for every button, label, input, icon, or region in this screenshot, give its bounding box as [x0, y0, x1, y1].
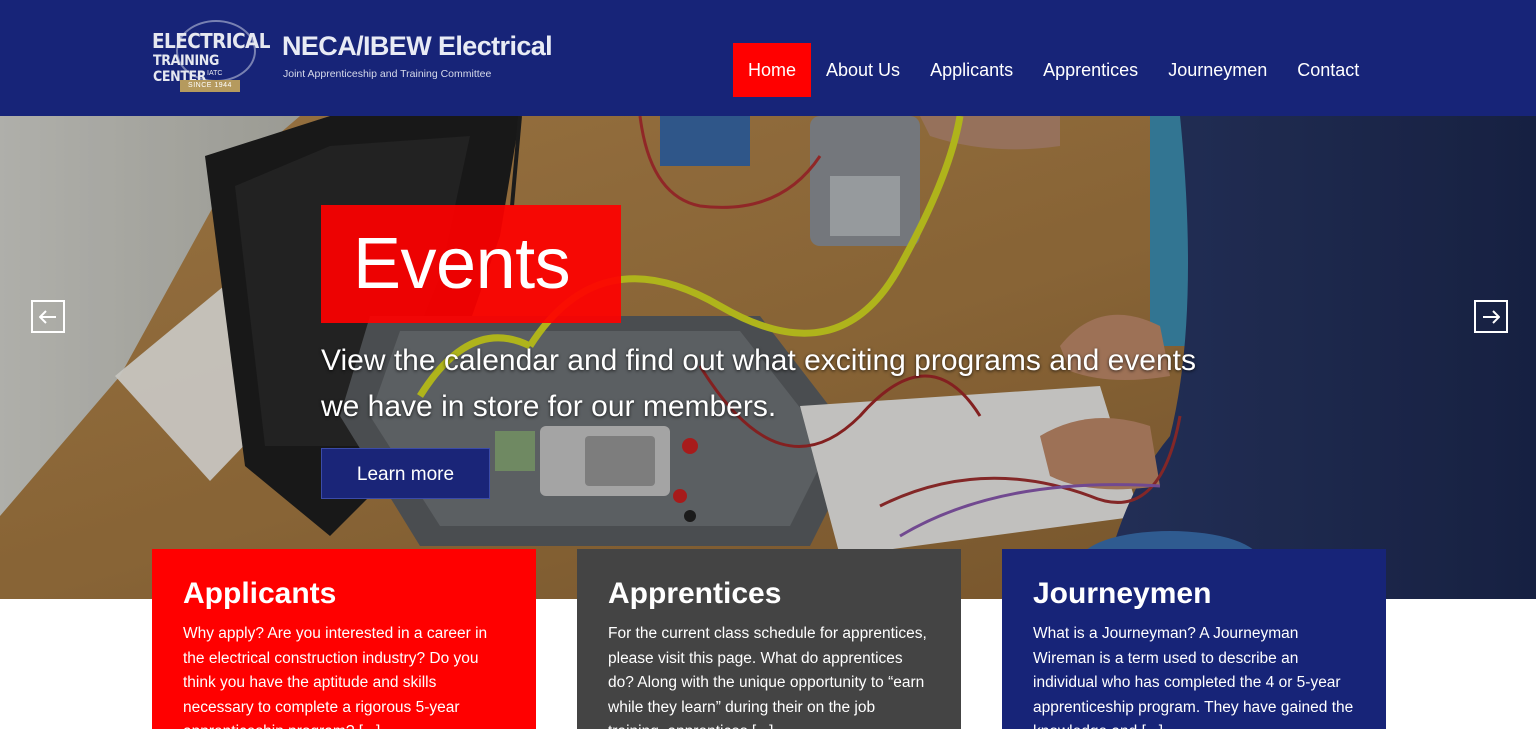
learn-more-button[interactable]: Learn more [321, 448, 490, 499]
electrical-training-center-logo: ELECTRICAL TRAINING CENTER IATC SINCE 19… [152, 18, 274, 96]
card-title[interactable]: Applicants [183, 577, 505, 611]
logo-subtitle: Joint Apprenticeship and Training Commit… [283, 68, 492, 80]
journeymen-card[interactable]: Journeymen What is a Journeyman? A Journ… [1002, 549, 1386, 729]
logo-mark-line1: ELECTRICAL [152, 29, 270, 53]
slider-next-button[interactable] [1474, 300, 1508, 333]
arrow-right-icon [1483, 309, 1500, 324]
nav-applicants[interactable]: Applicants [915, 43, 1028, 97]
logo-since-ribbon: SINCE 1944 [180, 80, 240, 92]
applicants-card[interactable]: Applicants Why apply? Are you interested… [152, 549, 536, 729]
main-nav: Home About Us Applicants Apprentices Jou… [733, 43, 1374, 97]
card-text: For the current class schedule for appre… [608, 625, 927, 729]
hero-slider: Events View the calendar and find out wh… [0, 116, 1536, 599]
nav-about-us[interactable]: About Us [811, 43, 915, 97]
slide-title-box: Events [321, 205, 621, 323]
logo-mark-badge: IATC [207, 70, 223, 77]
apprentices-card[interactable]: Apprentices For the current class schedu… [577, 549, 961, 729]
site-logo[interactable]: ELECTRICAL TRAINING CENTER IATC SINCE 19… [152, 18, 553, 98]
logo-title: NECA/IBEW Electrical [282, 31, 553, 61]
nav-home[interactable]: Home [733, 43, 812, 97]
site-header: ELECTRICAL TRAINING CENTER IATC SINCE 19… [0, 0, 1536, 116]
nav-journeymen[interactable]: Journeymen [1153, 43, 1282, 97]
card-title[interactable]: Journeymen [1033, 577, 1355, 611]
card-text: Why apply? Are you interested in a caree… [183, 625, 488, 729]
nav-apprentices[interactable]: Apprentices [1028, 43, 1153, 97]
card-title[interactable]: Apprentices [608, 577, 930, 611]
nav-contact[interactable]: Contact [1282, 43, 1374, 97]
slider-prev-button[interactable] [31, 300, 65, 333]
slide-description: View the calendar and find out what exci… [321, 344, 1196, 423]
card-text: What is a Journeyman? A Journeyman Wirem… [1033, 625, 1354, 729]
arrow-left-icon [39, 309, 56, 324]
slide-title: Events [353, 224, 571, 304]
